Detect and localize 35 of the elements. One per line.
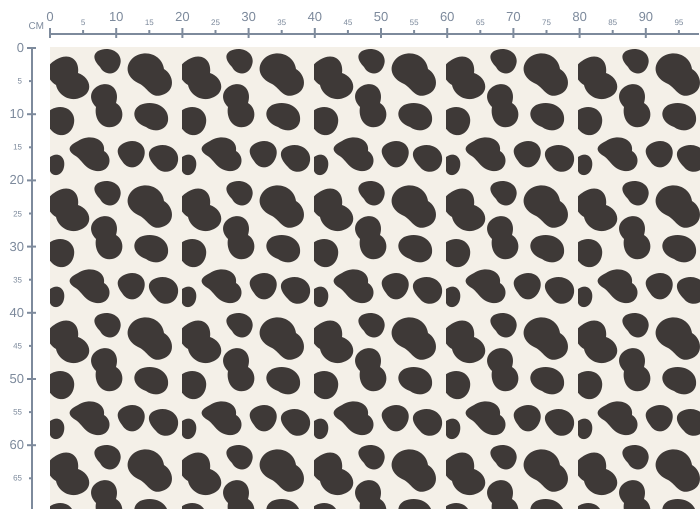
ruler-label: 70 bbox=[506, 10, 521, 24]
ruler-label: 15 bbox=[144, 18, 154, 27]
ruler-label: 0 bbox=[46, 10, 54, 24]
ruler-label: 5 bbox=[80, 18, 86, 27]
ruler-label: 30 bbox=[241, 10, 256, 24]
ruler-label: 95 bbox=[674, 18, 684, 27]
ruler-label: 0 bbox=[16, 41, 24, 55]
ruler-label: 65 bbox=[476, 18, 485, 27]
ruler-label: 50 bbox=[374, 10, 388, 24]
ruler-label: 90 bbox=[638, 10, 654, 24]
ruler-label: 5 bbox=[18, 76, 22, 86]
ruler-label: 45 bbox=[343, 18, 352, 27]
ruler-label: 20 bbox=[10, 173, 24, 188]
ruler-label: 35 bbox=[277, 18, 286, 27]
ruler-label: 75 bbox=[542, 18, 551, 27]
ruler-label: 10 bbox=[108, 10, 124, 24]
ruler-label: 40 bbox=[10, 306, 24, 320]
ruler-label: 25 bbox=[211, 18, 220, 27]
ruler-label: 55 bbox=[410, 18, 419, 27]
ruler-label: 15 bbox=[13, 142, 22, 152]
ruler-label: 85 bbox=[608, 18, 618, 27]
ruler-label: 25 bbox=[13, 209, 22, 218]
ruler-label: 50 bbox=[10, 372, 24, 386]
ruler-label: 20 bbox=[175, 10, 190, 24]
ruler-label: 40 bbox=[308, 10, 322, 24]
ruler-label: 80 bbox=[572, 10, 587, 24]
ruler-label: 35 bbox=[13, 275, 22, 284]
ruler-label: 60 bbox=[440, 10, 454, 24]
ruler-label: 60 bbox=[10, 438, 24, 452]
ruler-label: 65 bbox=[13, 474, 22, 483]
ruler-label: 10 bbox=[10, 107, 24, 122]
ruler-label: 45 bbox=[13, 341, 22, 350]
unit-label: CM bbox=[28, 21, 44, 32]
ruler-label: 55 bbox=[13, 408, 22, 417]
ruler-label: 30 bbox=[10, 240, 24, 254]
